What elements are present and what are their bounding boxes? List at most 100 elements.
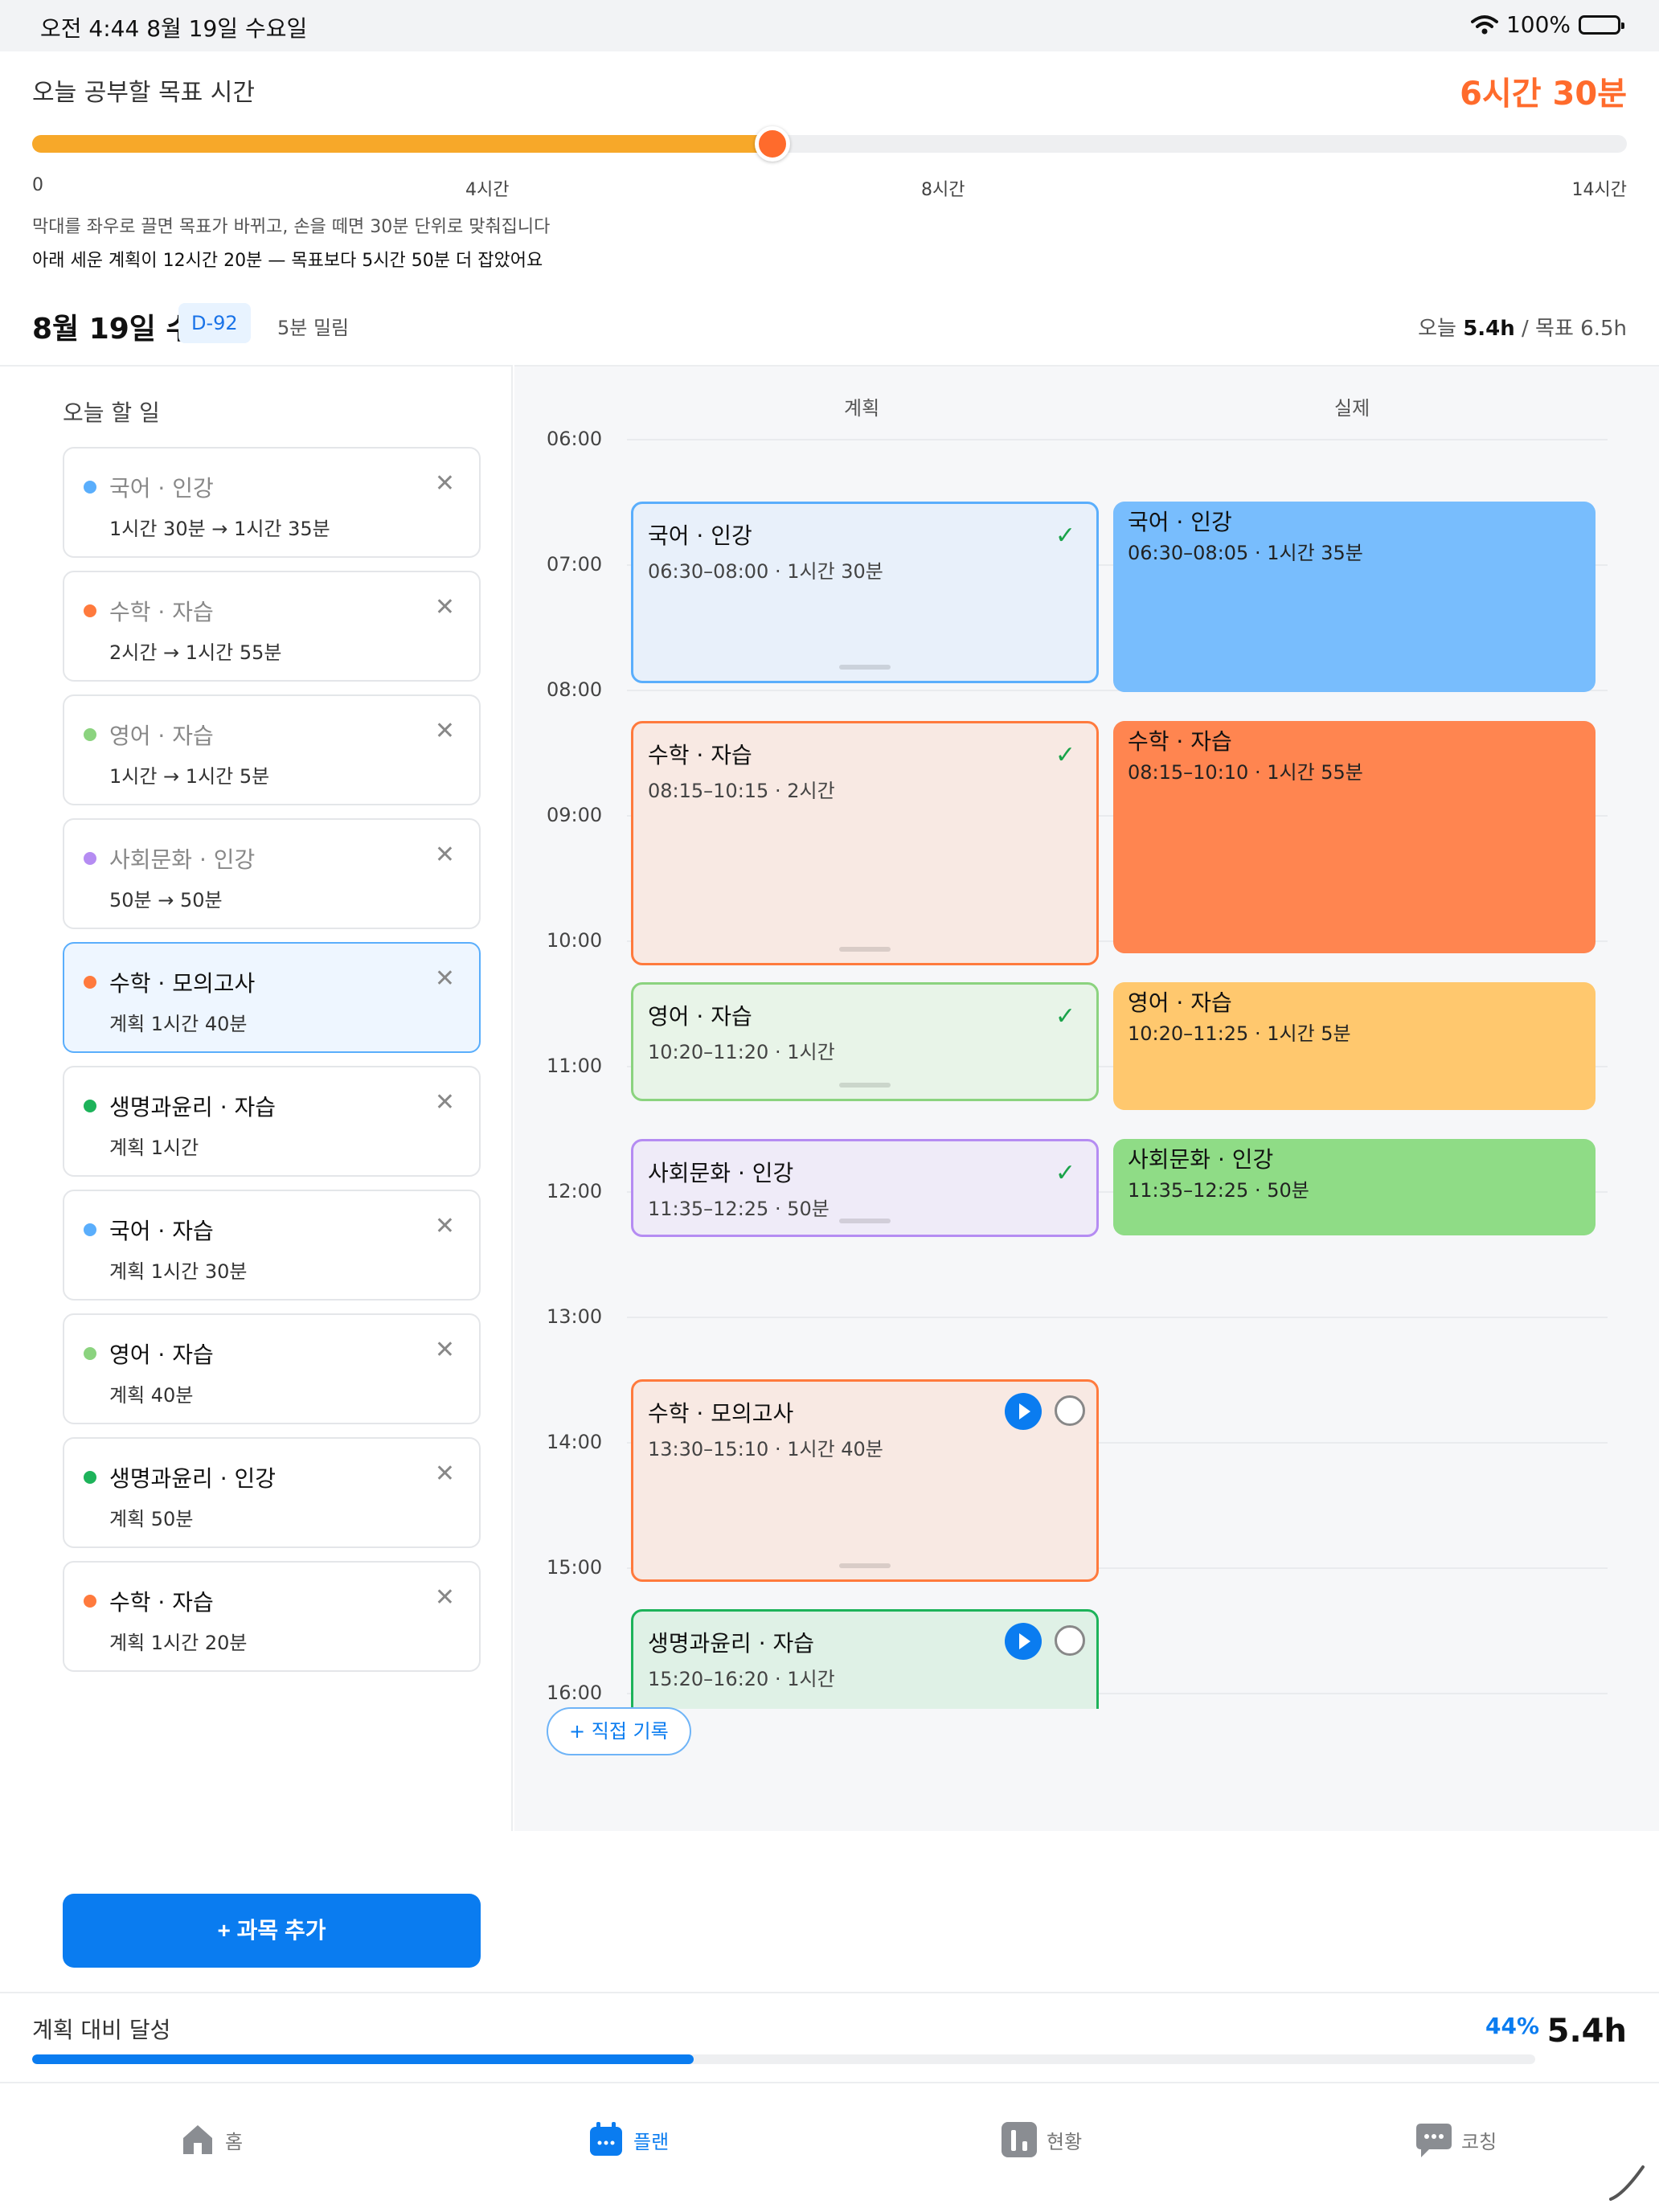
plan-block[interactable]: 수학 · 모의고사 13:30–15:10 · 1시간 40분 — [631, 1379, 1099, 1583]
task-title: 수학 · 모의고사 — [109, 970, 256, 997]
today-summary: 오늘 5.4h / 목표 6.5h — [1418, 317, 1627, 341]
plan-block-title: 생명과윤리 · 자습 — [648, 1629, 815, 1657]
task-card[interactable]: 수학 · 자습 계획 1시간 20분 ✕ — [63, 1561, 481, 1672]
task-card[interactable]: 영어 · 자습 1시간 → 1시간 5분 ✕ — [63, 694, 481, 805]
plan-block-title: 수학 · 자습 — [648, 742, 752, 768]
task-card[interactable]: 수학 · 자습 2시간 → 1시간 55분 ✕ — [63, 571, 481, 682]
resize-handle[interactable] — [839, 1219, 891, 1224]
task-title: 생명과윤리 · 자습 — [109, 1094, 276, 1120]
task-duration: 계획 1시간 20분 — [109, 1632, 248, 1654]
play-icon[interactable] — [1005, 1393, 1042, 1430]
close-icon[interactable]: ✕ — [435, 469, 455, 498]
goal-value: 6시간 30분 — [1460, 76, 1627, 113]
plan-block[interactable]: 사회문화 · 인강 11:35–12:25 · 50분 ✓ — [631, 1138, 1099, 1238]
task-card[interactable]: 국어 · 자습계획 1시간 30분 ✕ — [63, 1190, 481, 1301]
plan-block-time: 13:30–15:10 · 1시간 40분 — [648, 1438, 883, 1460]
status-time: 오전 4:44 8월 19일 수요일 — [40, 15, 308, 42]
checkmark-icon: ✓ — [1055, 1002, 1075, 1030]
task-title: 국어 · 자습 — [109, 1218, 214, 1244]
resize-handle[interactable] — [839, 1082, 891, 1088]
tab-coaching[interactable]: 코칭 — [1415, 2116, 1497, 2164]
achievement-bar: 계획 대비 달성 44% 5.4h — [0, 1992, 1659, 2082]
goal-hint: 막대를 좌우로 끌면 목표가 바뀌고, 손을 떼면 30분 단위로 맞춰집니다 — [32, 217, 551, 237]
task-title: 영어 · 자습 — [109, 723, 214, 749]
actual-block[interactable]: 수학 · 자습 08:15–10:10 · 1시간 55분 — [1113, 721, 1596, 954]
task-duration: 1시간 30분 → 1시간 35분 — [109, 518, 330, 540]
checkmark-icon: ✓ — [1055, 1158, 1075, 1187]
tab-status[interactable]: 현황 — [1000, 2116, 1082, 2164]
task-duration: 1시간 → 1시간 5분 — [109, 765, 270, 788]
hour-label: 08:00 — [547, 678, 603, 701]
plan-block-time: 08:15–10:15 · 2시간 — [648, 780, 835, 802]
actual-block[interactable]: 영어 · 자습 10:20–11:25 · 1시간 5분 — [1113, 981, 1596, 1111]
task-title: 생명과윤리 · 인강 — [109, 1465, 276, 1492]
plan-column-header: 계획 — [844, 397, 880, 420]
task-duration: 계획 40분 — [109, 1384, 194, 1407]
task-duration: 계획 1시간 40분 — [109, 1013, 248, 1035]
plan-note: 아래 세운 계획이 12시간 20분 — 목표보다 5시간 50분 더 잡았어요 — [32, 251, 543, 271]
goal-slider-thumb[interactable] — [754, 126, 790, 162]
close-icon[interactable]: ✕ — [435, 593, 455, 621]
close-icon[interactable]: ✕ — [435, 1336, 455, 1364]
date-title: 8월 19일 수 — [32, 313, 193, 346]
complete-toggle-icon[interactable] — [1055, 1395, 1085, 1426]
timeline-grid[interactable]: 06:00 07:00 08:00 09:00 10:00 11:00 12:00 13:00… — [514, 431, 1659, 1709]
tab-bar: 홈 플랜 현황 코칭 — [0, 2082, 1659, 2212]
task-card[interactable]: 생명과윤리 · 자습 계획 1시간 ✕ — [63, 1066, 481, 1177]
hour-label: 10:00 — [547, 929, 603, 952]
plan-block[interactable]: 생명과윤리 · 자습 15:20–16:20 · 1시간 — [631, 1608, 1099, 1709]
subject-color-dot — [84, 604, 96, 617]
close-icon[interactable]: ✕ — [435, 965, 455, 993]
subject-color-dot — [84, 1223, 96, 1236]
plan-block-title: 국어 · 인강 — [648, 522, 752, 549]
subject-color-dot — [84, 1100, 96, 1112]
manual-record-button[interactable]: + 직접 기록 — [547, 1707, 691, 1755]
subject-color-dot — [84, 1595, 96, 1608]
close-icon[interactable]: ✕ — [435, 841, 455, 869]
status-indicators: 100% — [1470, 11, 1624, 38]
plan-block[interactable]: 수학 · 자습 08:15–10:15 · 2시간 ✓ — [631, 721, 1099, 965]
add-subject-button[interactable]: + 과목 추가 — [63, 1894, 481, 1968]
close-icon[interactable]: ✕ — [435, 717, 455, 745]
status-bar: 오전 4:44 8월 19일 수요일 100% — [0, 0, 1659, 51]
resize-handle[interactable] — [839, 665, 891, 670]
plan-block[interactable]: 영어 · 자습 10:20–11:20 · 1시간 ✓ — [631, 981, 1099, 1101]
play-icon[interactable] — [1005, 1622, 1042, 1660]
timeline-panel: 계획 실제 06:00 07:00 08:00 09:00 10:00 11:00 12:0… — [514, 365, 1659, 1831]
achievement-label: 계획 대비 달성 — [32, 2017, 171, 2043]
task-card[interactable]: 국어 · 인강 1시간 30분 → 1시간 35분 ✕ — [63, 447, 481, 558]
close-icon[interactable]: ✕ — [435, 1583, 455, 1612]
tab-plan[interactable]: 플랜 — [587, 2116, 669, 2164]
plan-block[interactable]: 국어 · 인강 06:30–08:00 · 1시간 30분 ✓ — [631, 502, 1099, 683]
hour-label: 14:00 — [547, 1431, 603, 1453]
subject-color-dot — [84, 976, 96, 989]
close-icon[interactable]: ✕ — [435, 1088, 455, 1116]
actual-block[interactable]: 사회문화 · 인강 11:35–12:25 · 50분 — [1113, 1138, 1596, 1236]
plan-block-title: 영어 · 자습 — [648, 1002, 752, 1030]
hour-label: 07:00 — [547, 553, 603, 576]
hour-label: 12:00 — [547, 1180, 603, 1202]
goal-tick-0: 0 — [32, 175, 43, 195]
complete-toggle-icon[interactable] — [1055, 1624, 1085, 1656]
actual-column-header: 실제 — [1334, 397, 1370, 420]
delay-text: 5분 밀림 — [277, 317, 350, 339]
task-card[interactable]: 수학 · 모의고사계획 1시간 40분 ✕ — [63, 942, 481, 1053]
close-icon[interactable]: ✕ — [435, 1460, 455, 1488]
task-panel: 오늘 할 일 국어 · 인강 1시간 30분 → 1시간 35분 ✕ 수학 · 자습 2… — [0, 365, 513, 1968]
actual-block-time: 08:15–10:10 · 1시간 55분 — [1128, 761, 1363, 784]
task-card[interactable]: 사회문화 · 인강 50분 → 50분 ✕ — [63, 818, 481, 929]
task-card[interactable]: 영어 · 자습계획 40분 ✕ — [63, 1313, 481, 1424]
resize-handle[interactable] — [839, 1563, 891, 1569]
task-title: 영어 · 자습 — [109, 1342, 214, 1368]
hour-gridline — [627, 1317, 1608, 1318]
task-duration: 계획 1시간 30분 — [109, 1260, 248, 1283]
tab-home[interactable]: 홈 — [178, 2116, 243, 2164]
pencil-indicator-icon — [1609, 2165, 1645, 2201]
task-list-title: 오늘 할 일 — [63, 399, 160, 426]
close-icon[interactable]: ✕ — [435, 1212, 455, 1240]
wifi-icon — [1470, 14, 1498, 34]
actual-block[interactable]: 국어 · 인강 06:30–08:05 · 1시간 35분 — [1113, 502, 1596, 692]
task-card[interactable]: 생명과윤리 · 인강 계획 50분 ✕ — [63, 1437, 481, 1548]
goal-slider[interactable] — [32, 126, 1627, 162]
resize-handle[interactable] — [839, 947, 891, 952]
